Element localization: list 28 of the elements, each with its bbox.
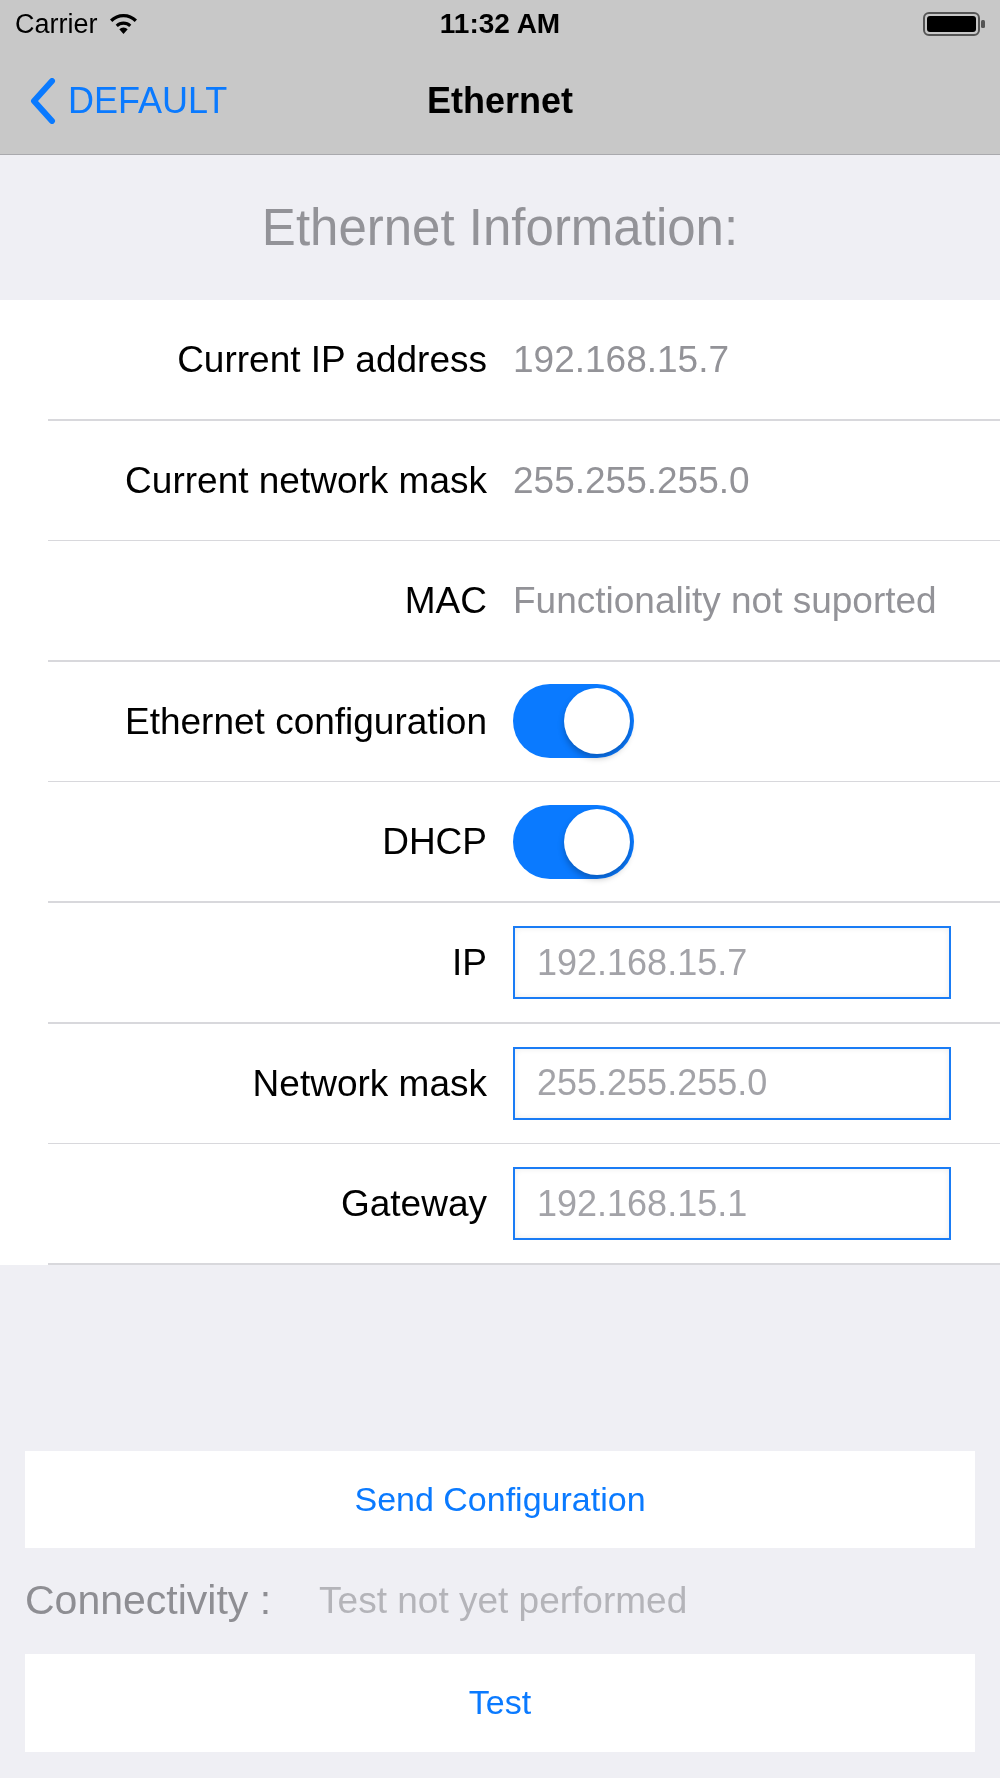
connectivity-status: Test not yet performed (319, 1582, 688, 1620)
row-label: DHCP (382, 823, 487, 861)
toggle-switch[interactable] (513, 804, 634, 879)
row-value: 192.168.15.7 (513, 341, 730, 379)
send-configuration-button[interactable]: Send Configuration (25, 1450, 975, 1548)
row-label: MAC (404, 582, 487, 620)
carrier-name: Carrier (15, 10, 98, 38)
chevron-icon (30, 78, 56, 124)
test-button[interactable]: Test (25, 1653, 975, 1752)
section-title: Ethernet Information: (261, 202, 739, 253)
row-label: Current network mask (125, 461, 487, 499)
wifi-icon (109, 14, 137, 34)
connectivity-label: Connectivity : (25, 1580, 272, 1622)
back-button[interactable]: DEFAULT (30, 78, 228, 124)
row-label: Network mask (252, 1064, 487, 1102)
text-field[interactable]: 192.168.15.7 (513, 926, 951, 999)
text-field[interactable]: 192.168.15.1 (513, 1167, 951, 1241)
clock-time: 11:32 AM (439, 10, 561, 38)
row-label: Current IP address (177, 341, 487, 379)
page-title: Ethernet (427, 83, 573, 119)
row-label: Gateway (341, 1185, 487, 1223)
row-value: Functionality not suported (513, 582, 937, 620)
text-field[interactable]: 255.255.255.0 (513, 1046, 951, 1120)
row-label: Ethernet configuration (125, 702, 487, 740)
battery-icon (923, 12, 985, 36)
toggle-switch[interactable] (513, 684, 634, 759)
row-value: 255.255.255.0 (513, 461, 750, 499)
row-label: IP (452, 944, 487, 981)
